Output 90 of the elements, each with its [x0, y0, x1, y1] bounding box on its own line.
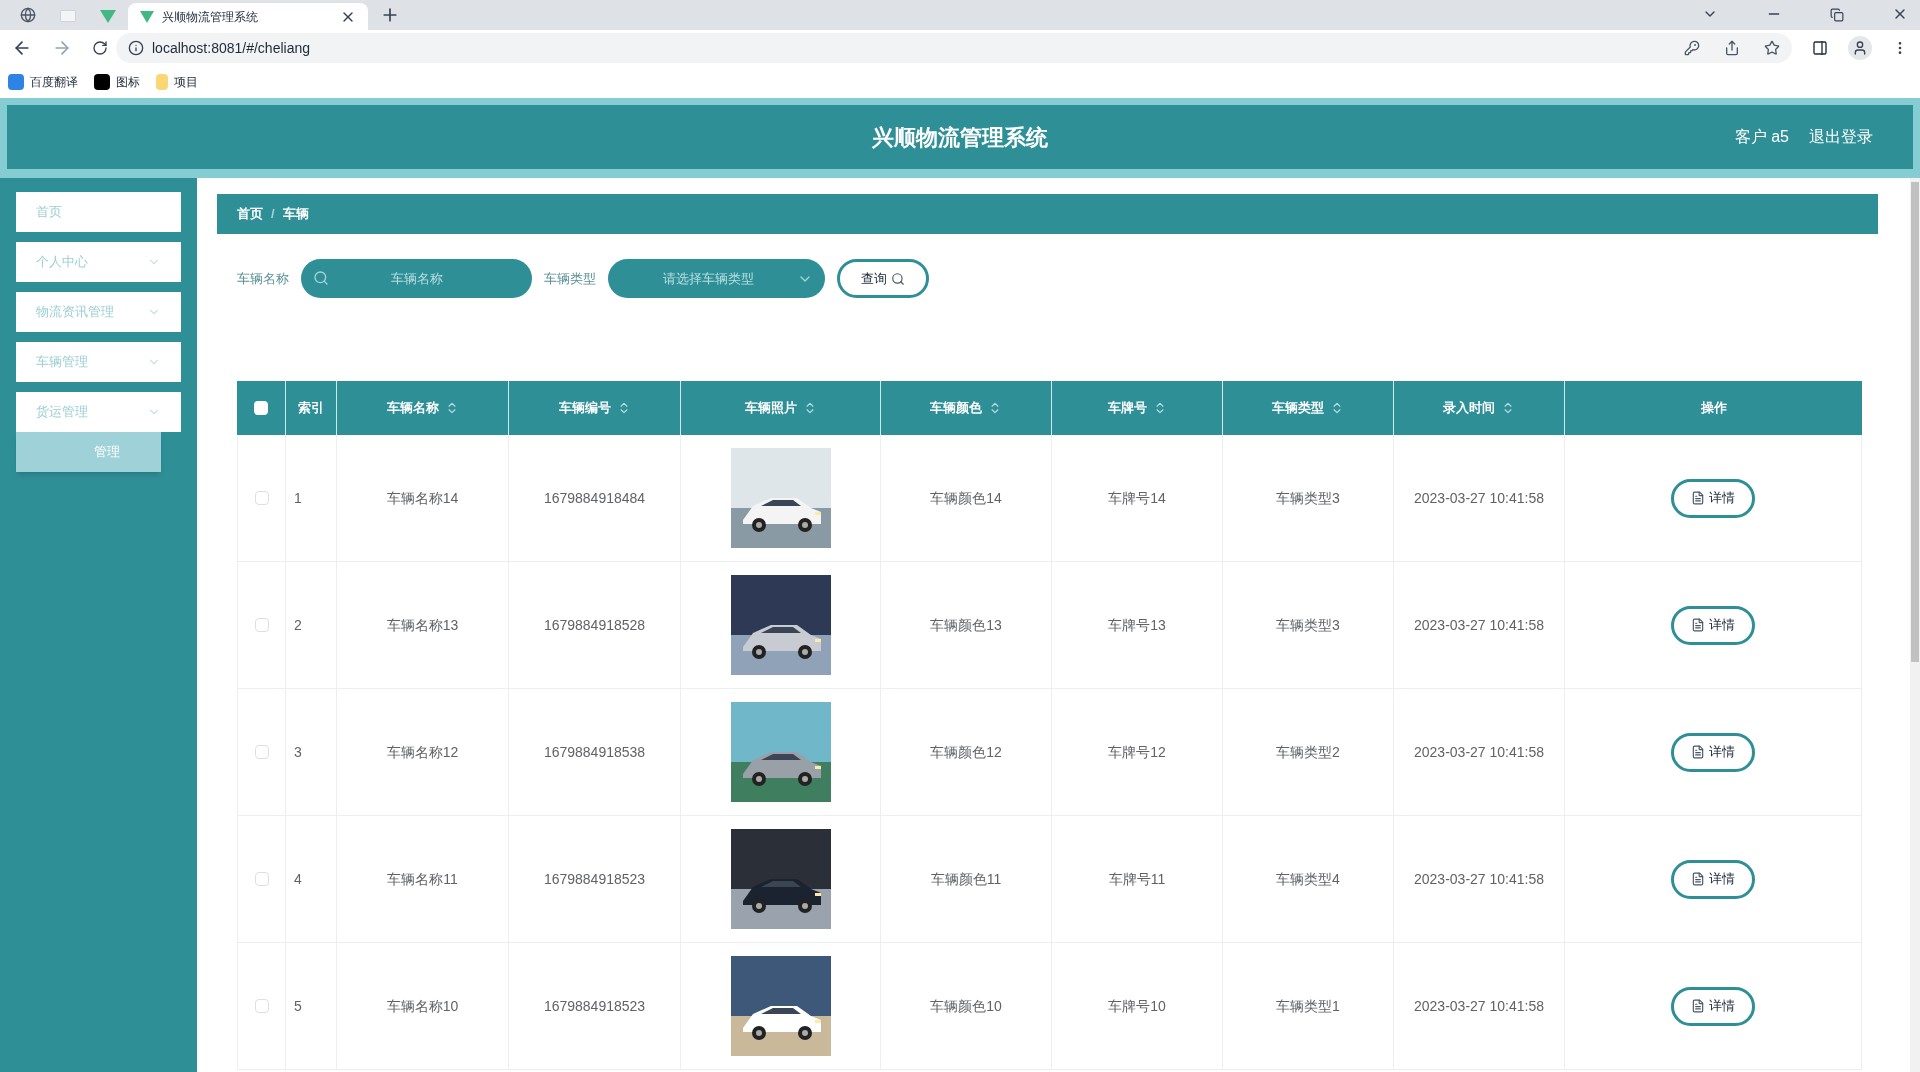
table-cell-text: 4: [294, 869, 302, 889]
details-button[interactable]: 详情: [1671, 859, 1755, 899]
system-title: 兴顺物流管理系统: [872, 123, 1048, 152]
table-cell-text: 2023-03-27 10:41:58: [1414, 488, 1544, 508]
search-icon: [313, 270, 329, 286]
bookmark[interactable]: 项目: [156, 73, 198, 91]
column-header[interactable]: 操作: [1565, 381, 1862, 435]
search-field[interactable]: 车辆名称: [301, 259, 532, 298]
table-cell-text: 5: [294, 996, 302, 1016]
select-all-checkbox[interactable]: [254, 401, 268, 415]
query-button[interactable]: 查询: [837, 259, 929, 298]
breadcrumb-item[interactable]: 首页: [237, 204, 263, 224]
column-header[interactable]: 索引: [286, 381, 337, 435]
table-cell-text: 车牌号14: [1108, 488, 1166, 508]
table-cell-text: 1679884918523: [543, 996, 646, 1016]
table-cell-text: 车辆名称13: [386, 615, 459, 635]
restore-icon[interactable]: [1830, 8, 1844, 22]
breadcrumb-separator: /: [271, 205, 275, 224]
breadcrumb-item[interactable]: 车辆: [282, 204, 309, 224]
details-button[interactable]: 详情: [1671, 605, 1755, 645]
document-icon: [1691, 872, 1705, 886]
table-cell-text: 车牌号12: [1108, 742, 1166, 762]
table-cell-text: 车辆名称10: [386, 996, 459, 1016]
table-cell-text: 车辆名称14: [386, 488, 459, 508]
table-cell-text: 车辆颜色13: [930, 615, 1002, 635]
row-checkbox[interactable]: [254, 999, 269, 1013]
browser-tab[interactable]: 兴顺物流管理系统: [128, 3, 368, 30]
table-cell-text: 2023-03-27 10:41:58: [1414, 742, 1544, 762]
document-icon: [1691, 745, 1705, 759]
table-cell-text: 车辆类型3: [1276, 488, 1340, 508]
table-cell-text: 1679884918538: [543, 742, 646, 762]
table-cell-text: 2023-03-27 10:41:58: [1414, 869, 1544, 889]
row-checkbox[interactable]: [254, 618, 269, 632]
table-cell-text: 1679884918484: [543, 488, 646, 508]
column-header[interactable]: 车辆照片: [681, 381, 881, 435]
user-name: 客户 a5: [1734, 127, 1789, 147]
table-cell-text: 车辆颜色11: [930, 869, 1002, 889]
document-icon: [1691, 618, 1705, 632]
field-label: 车辆名称: [237, 269, 289, 288]
details-button[interactable]: 详情: [1671, 986, 1755, 1026]
table-cell-text: 车牌号10: [1108, 996, 1166, 1016]
table-cell-text: 车辆名称11: [387, 869, 458, 889]
table-cell-text: 1: [294, 488, 302, 508]
table-cell-text: 车辆名称12: [386, 742, 459, 762]
table-cell-text: 车辆颜色12: [930, 742, 1002, 762]
table-cell-text: 车辆类型4: [1276, 869, 1340, 889]
table-cell-text: 1679884918528: [543, 615, 646, 635]
table-cell-text: 车辆颜色14: [930, 488, 1002, 508]
share-icon[interactable]: [1724, 40, 1740, 56]
table-cell-text: 3: [294, 742, 302, 762]
table-cell-text: 1679884918523: [543, 869, 646, 889]
field-label: 车辆类型: [544, 269, 596, 288]
side-panel-icon[interactable]: [1812, 40, 1828, 56]
table-cell-text: 2023-03-27 10:41:58: [1414, 996, 1544, 1016]
table-cell-text: 车辆类型3: [1276, 615, 1340, 635]
column-header[interactable]: 车辆类型: [1223, 381, 1394, 435]
star-icon[interactable]: [1764, 40, 1780, 56]
table-cell-text: 2023-03-27 10:41:58: [1414, 615, 1544, 635]
profile-icon[interactable]: [1848, 36, 1872, 60]
table-cell-text: 车辆类型1: [1276, 996, 1340, 1016]
address-bar[interactable]: localhost:8081/#/cheliang: [116, 33, 1792, 63]
reload-icon[interactable]: [92, 40, 108, 56]
search-icon: [891, 271, 905, 286]
column-header[interactable]: 车辆名称: [337, 381, 509, 435]
details-button[interactable]: 详情: [1671, 732, 1755, 772]
row-checkbox[interactable]: [254, 491, 269, 505]
column-header[interactable]: 车辆颜色: [881, 381, 1052, 435]
document-icon: [1691, 999, 1705, 1013]
column-header[interactable]: 录入时间: [1394, 381, 1565, 435]
tab-title: 兴顺物流管理系统: [162, 8, 259, 26]
row-checkbox[interactable]: [254, 745, 269, 759]
key-icon[interactable]: [1684, 40, 1700, 56]
table-cell-text: 车辆类型2: [1276, 742, 1340, 762]
scrollbar-thumb[interactable]: [1911, 182, 1919, 662]
table-cell-text: 车牌号11: [1108, 869, 1166, 889]
info-icon[interactable]: [128, 40, 144, 56]
table-cell-text: 车牌号13: [1108, 615, 1166, 635]
bookmark[interactable]: 图标: [94, 73, 140, 91]
row-checkbox[interactable]: [254, 872, 269, 886]
column-header[interactable]: 车牌号: [1052, 381, 1223, 435]
logout-link[interactable]: 退出登录: [1809, 125, 1873, 149]
globe-icon[interactable]: [20, 7, 36, 23]
column-header[interactable]: 车辆编号: [509, 381, 681, 435]
document-icon: [1691, 491, 1705, 505]
bookmark[interactable]: 百度翻译: [8, 73, 78, 91]
type-select[interactable]: 请选择车辆类型: [608, 259, 825, 298]
details-button[interactable]: 详情: [1671, 478, 1755, 518]
url-text: localhost:8081/#/cheliang: [152, 38, 311, 58]
table-cell-text: 车辆颜色10: [930, 996, 1002, 1016]
table-cell-text: 2: [294, 615, 302, 635]
